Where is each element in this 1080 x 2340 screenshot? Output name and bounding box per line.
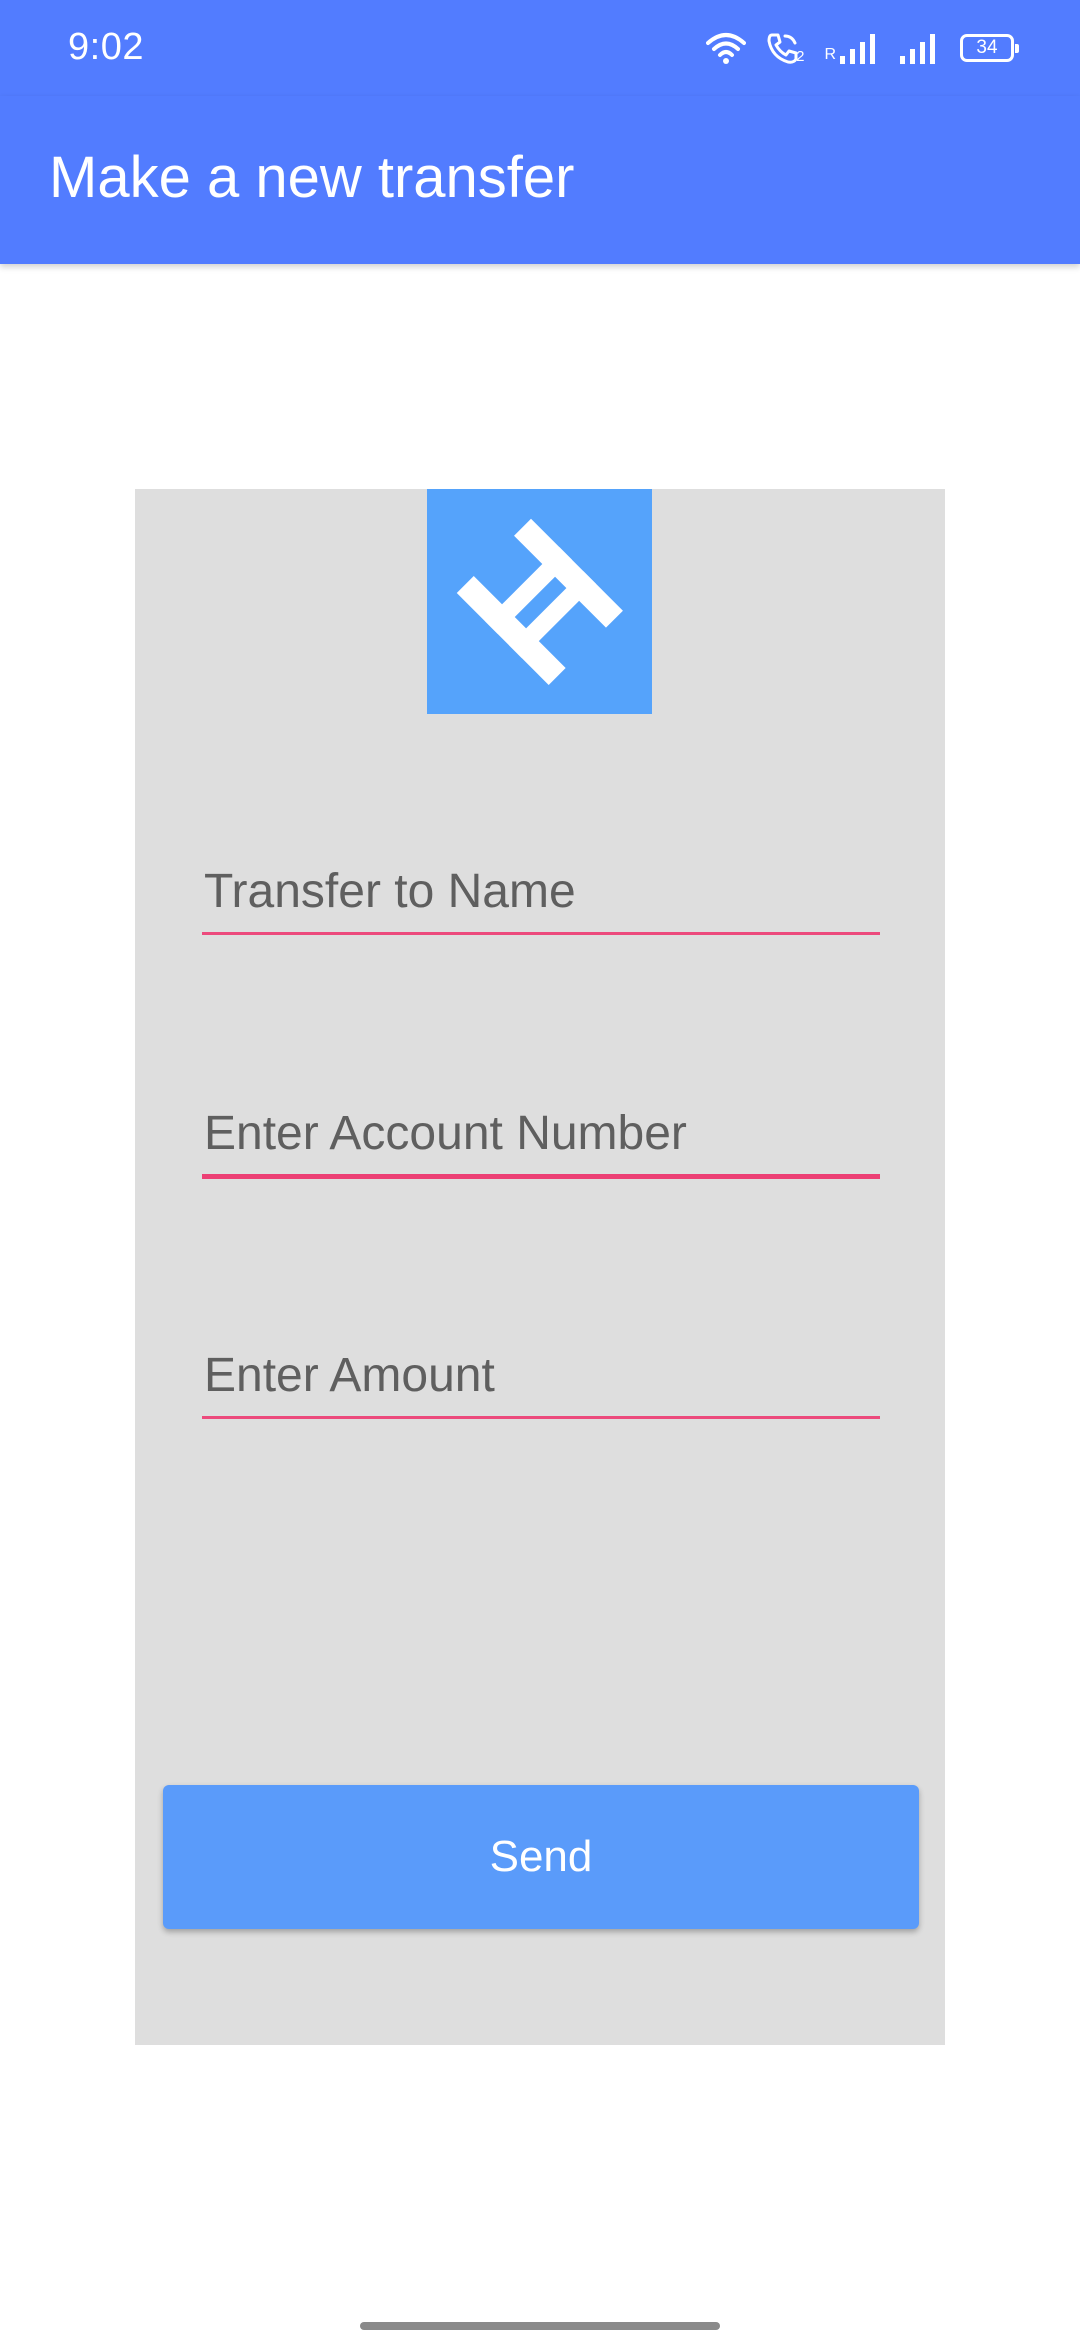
status-time: 9:02 bbox=[68, 26, 144, 68]
transfer-card: Send bbox=[135, 489, 945, 2045]
gesture-nav-handle[interactable] bbox=[360, 2322, 720, 2330]
wifi-call-icon: 2 bbox=[766, 31, 804, 65]
amount-field-underline bbox=[202, 1416, 880, 1419]
name-field bbox=[202, 856, 880, 935]
amount-field bbox=[202, 1340, 880, 1419]
roaming-label: R bbox=[824, 46, 836, 63]
name-field-underline bbox=[202, 932, 880, 935]
battery-level: 34 bbox=[976, 37, 998, 58]
status-icons: 2 R 34 bbox=[706, 26, 1019, 70]
signal-icon: R bbox=[824, 32, 880, 64]
account-number-field bbox=[202, 1098, 880, 1179]
screen: 9:02 2 R 34 Make a new transfer Transfer… bbox=[0, 0, 1080, 2340]
account-number-input[interactable] bbox=[202, 1098, 880, 1168]
name-input[interactable] bbox=[202, 856, 880, 926]
h-logo-icon bbox=[427, 489, 652, 714]
app-bar: Make a new transfer bbox=[0, 96, 1080, 264]
signal-icon-2 bbox=[900, 32, 940, 64]
sim-label: 2 bbox=[796, 48, 805, 65]
amount-input[interactable] bbox=[202, 1340, 880, 1410]
battery-icon: 34 bbox=[960, 34, 1019, 62]
account-number-field-underline bbox=[202, 1174, 880, 1179]
send-button[interactable]: Send bbox=[163, 1785, 919, 1929]
page-title: Make a new transfer bbox=[49, 145, 575, 210]
wifi-icon bbox=[706, 31, 747, 65]
status-bar: 9:02 2 R 34 bbox=[0, 0, 1080, 96]
